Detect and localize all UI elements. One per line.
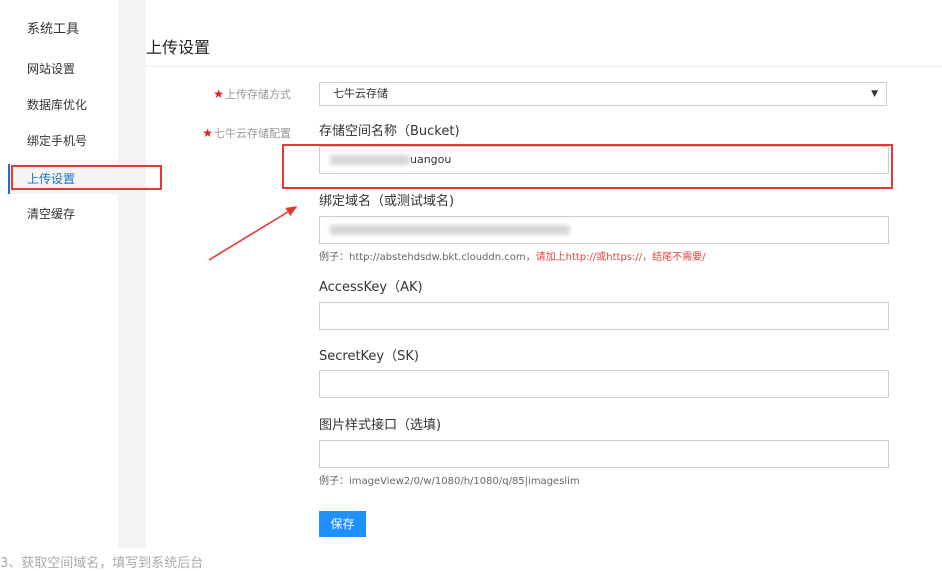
domain-hint: 例子：http://abstehdsdw.bkt.clouddn.com，请加上… <box>319 252 706 263</box>
image-style-label: 图片样式接口（选填) <box>319 418 442 433</box>
domain-input[interactable] <box>319 216 889 244</box>
bucket-label: 存储空间名称（Bucket) <box>319 124 460 139</box>
sidebar-title: 系统工具 <box>27 22 80 37</box>
required-mark: ★ <box>213 87 224 101</box>
secret-key-input[interactable] <box>319 370 889 398</box>
title-divider <box>146 66 942 67</box>
required-mark: ★ <box>202 126 213 140</box>
storage-config-label: ★七牛云存储配置 <box>202 126 291 140</box>
highlight-box-bucket <box>282 144 893 189</box>
bottom-caption: 3、获取空间域名，填写到系统后台 <box>0 556 204 571</box>
page-title: 上传设置 <box>146 38 211 57</box>
sidebar-item-site-settings[interactable]: 网站设置 <box>8 54 118 84</box>
image-style-input[interactable] <box>319 440 889 468</box>
access-key-label: AccessKey（AK) <box>319 280 423 295</box>
storage-method-select[interactable]: 七牛云存储 ▼ <box>319 82 887 106</box>
sidebar: 系统工具 网站设置 数据库优化 绑定手机号 上传设置 清空缓存 <box>0 0 118 548</box>
save-button[interactable]: 保存 <box>319 511 366 537</box>
domain-label: 绑定域名（或测试域名) <box>319 194 455 209</box>
sidebar-item-clear-cache[interactable]: 清空缓存 <box>8 199 118 229</box>
storage-method-label: ★上传存储方式 <box>213 87 291 101</box>
chevron-down-icon: ▼ <box>871 89 878 99</box>
redacted-text <box>330 225 570 235</box>
storage-method-value: 七牛云存储 <box>333 87 388 100</box>
image-style-hint: 例子：imageView2/0/w/1080/h/1080/q/85|image… <box>319 476 580 487</box>
access-key-input[interactable] <box>319 302 889 330</box>
sidebar-item-db-optimize[interactable]: 数据库优化 <box>8 90 118 120</box>
main-panel: 上传设置 ★上传存储方式 七牛云存储 ▼ ★七牛云存储配置 存储空间名称（Buc… <box>146 0 942 548</box>
highlight-box-sidebar <box>11 165 162 190</box>
sidebar-gutter <box>118 0 146 548</box>
secret-key-label: SecretKey（SK) <box>319 349 419 364</box>
sidebar-item-bind-phone[interactable]: 绑定手机号 <box>8 126 118 156</box>
